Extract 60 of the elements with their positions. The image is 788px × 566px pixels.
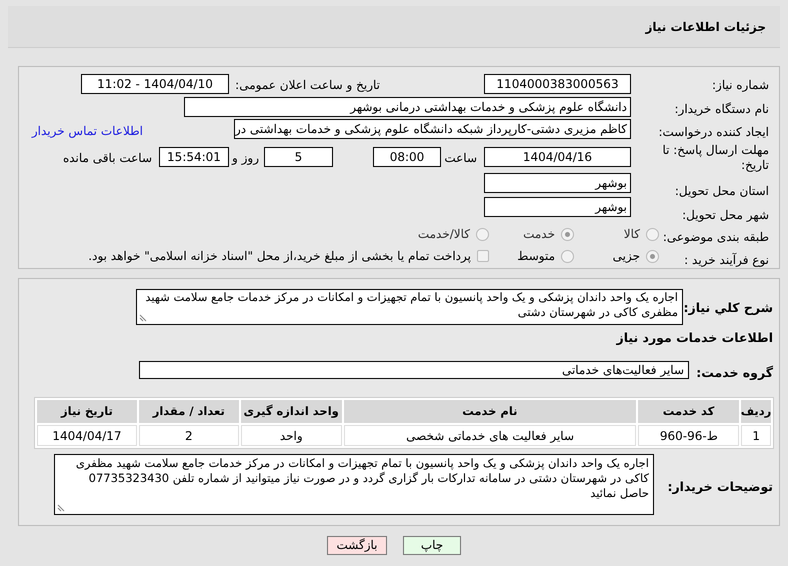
table-cell: واحد [240, 425, 342, 446]
radio-button[interactable] [561, 250, 574, 262]
table-cell: 1 [741, 425, 771, 446]
field-label: طبقه بندی موضوعی: [662, 229, 769, 246]
table-cell: 2 [138, 425, 239, 446]
field-label: تاریخ و ساعت اعلان عمومی: [235, 77, 380, 94]
service-group-field[interactable]: سایر فعالیت‌های خدماتی [139, 361, 689, 379]
notes-text: اجاره یک واحد داندان پزشکی و یک واحد پانسیون با تمام تجهیزات و امکانات در مرکز خدمات جامع سلامت شهید مظفری کاکی در شهرستان دشتی در سامانه تدارکات بار گزاری گردد و در صورت نیاز میتوانید از شماره تلفن 07735323430 حاصل نمائید [76, 456, 649, 500]
field-label: نوع فرآیند خرید : [684, 252, 769, 269]
input-field[interactable]: 1104000383000563 [484, 74, 631, 94]
input-field[interactable]: بوشهر [484, 197, 631, 217]
option-label: پرداخت تمام یا بخشی از مبلغ خرید،از محل "اسناد خزانه اسلامی" خواهد بود. [88, 248, 471, 265]
field-label: مهلت ارسال پاسخ: تا تاریخ: [661, 143, 769, 173]
column-header: تعداد / مقدار [138, 400, 239, 423]
field-label: توضیحات خریدار: [667, 478, 773, 496]
option-label: کالا [624, 226, 640, 243]
option-label: جزیی [612, 248, 640, 265]
option-label: کالا/خدمت [418, 226, 470, 243]
table-cell: سایر فعالیت های خدماتی شخصی [344, 425, 636, 446]
input-field[interactable]: بوشهر [484, 173, 631, 193]
input-field[interactable]: 1404/04/10 - 11:02 [81, 74, 229, 94]
field-label: ساعت باقی مانده [62, 150, 152, 167]
field-label: روز و [232, 150, 259, 167]
option-label: متوسط [517, 248, 555, 265]
column-header: نام خدمت [344, 400, 636, 423]
input-field[interactable]: 1404/04/16 [484, 147, 631, 167]
field-label: شهر محل تحویل: [682, 207, 769, 224]
field-label: گروه خدمت: [696, 364, 773, 382]
description-text: اجاره یک واحد داندان پزشکی و یک واحد پانسیون با تمام تجهیزات و امکانات در مرکز خدمات جامع سلامت شهید مظفری کاکی در شهرستان دشتی [145, 290, 678, 319]
input-field[interactable]: دانشگاه علوم پزشکی و خدمات بهداشتی درمانی بوشهر [184, 97, 631, 117]
field-label: شماره نیاز: [712, 77, 769, 94]
radio-button[interactable] [646, 228, 659, 240]
radio-button[interactable] [646, 250, 659, 262]
field-label: ساعت [444, 150, 477, 167]
field-label: نام دستگاه خریدار: [674, 101, 769, 118]
column-header: کد خدمت [638, 400, 739, 423]
description-field[interactable]: اجاره یک واحد داندان پزشکی و یک واحد پانسیون با تمام تجهیزات و امکانات در مرکز خدمات جامع سلامت شهید مظفری کاکی در شهرستان دشتی [136, 289, 683, 325]
radio-button[interactable] [476, 228, 489, 240]
back-button[interactable]: بازگشت [327, 536, 387, 555]
contact-link[interactable]: اطلاعات تماس خریدار [32, 122, 143, 140]
print-button[interactable]: چاپ [403, 536, 461, 555]
resize-grip-icon[interactable] [57, 504, 65, 512]
input-field[interactable]: 5 [264, 147, 333, 167]
input-field[interactable]: 08:00 [373, 147, 441, 167]
column-header: واحد اندازه گیری [240, 400, 342, 423]
field-label: شرح کلي نياز: [684, 299, 773, 317]
resize-grip-icon[interactable] [139, 314, 147, 322]
field-label: استان محل تحویل: [674, 183, 769, 200]
input-field[interactable]: 15:54:01 [159, 147, 229, 167]
notes-field[interactable] [54, 454, 654, 515]
radio-button[interactable] [561, 228, 574, 240]
table-cell: 1404/04/17 [36, 425, 137, 446]
section-title: اطلاعات خدمات مورد نیاز [616, 329, 773, 347]
column-header: تاریخ نیاز [37, 400, 137, 423]
checkbox[interactable] [477, 250, 489, 262]
page-title: جزئیات اطلاعات نیاز [645, 18, 766, 36]
option-label: خدمت [523, 226, 555, 243]
table-cell: ط-96-960 [638, 425, 740, 446]
field-label: ایجاد کننده درخواست: [658, 124, 769, 141]
column-header: ردیف [741, 400, 771, 423]
